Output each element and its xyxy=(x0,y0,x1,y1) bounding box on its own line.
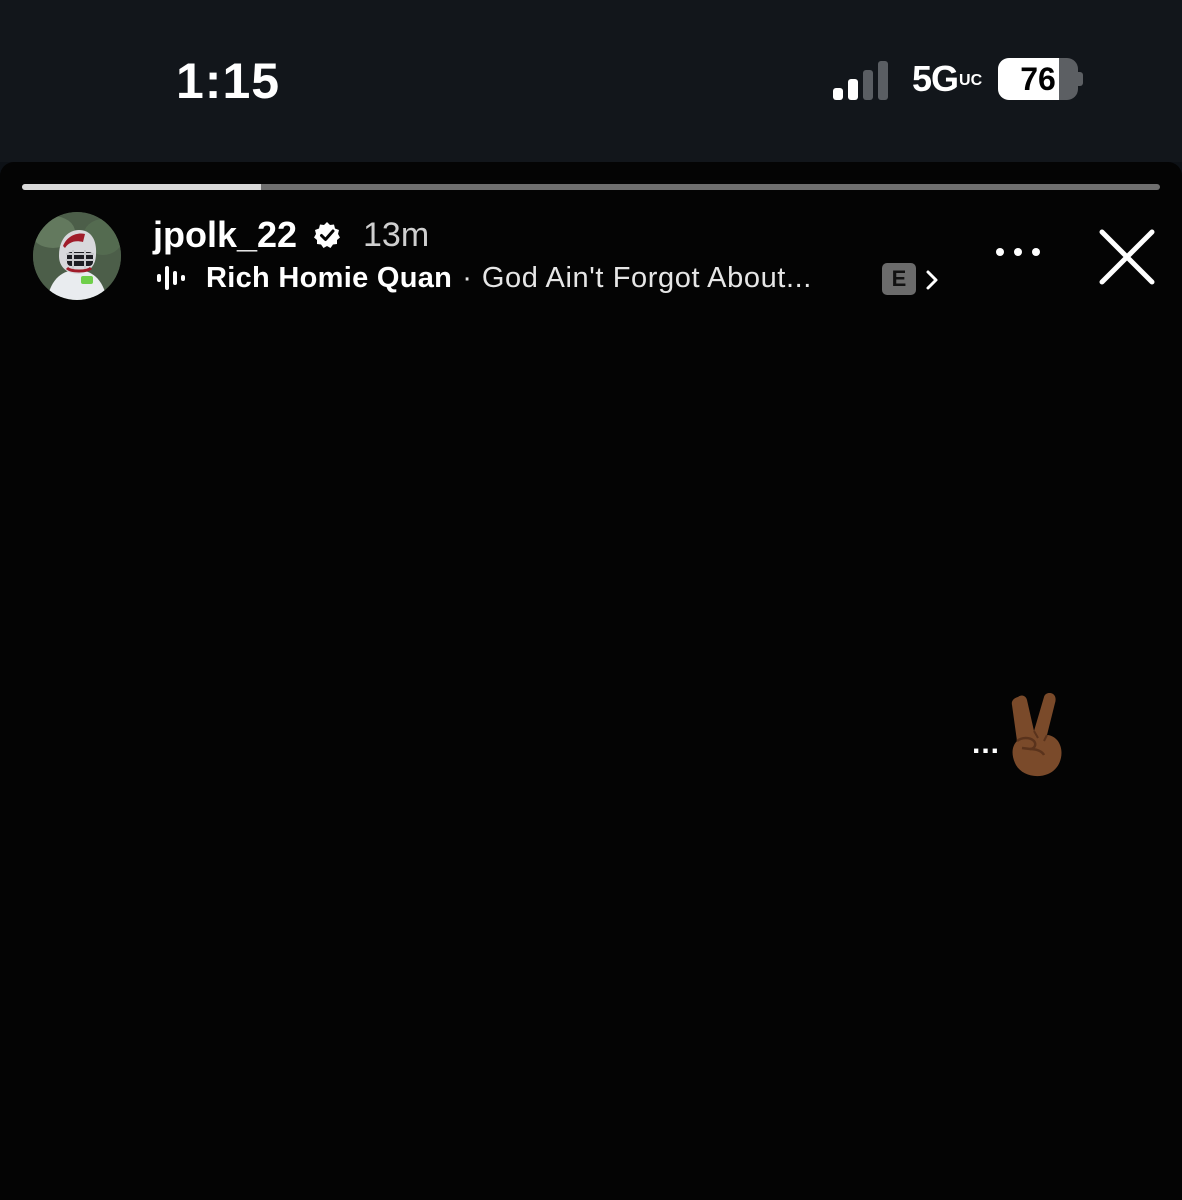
network-indicator: 5GUC xyxy=(912,58,982,100)
story-viewer[interactable]: jpolk_22 13m Rich Homie Quan · God Ain't… xyxy=(0,162,1182,1200)
explicit-badge: E xyxy=(882,263,916,295)
cellular-signal-icon xyxy=(833,60,893,100)
story-timestamp: 13m xyxy=(363,216,430,254)
network-suffix: UC xyxy=(959,72,983,90)
profile-avatar[interactable] xyxy=(33,212,121,300)
story-progress-fill xyxy=(22,184,261,190)
chevron-right-icon[interactable] xyxy=(922,266,942,294)
more-horizontal-icon[interactable] xyxy=(990,242,1046,262)
music-artist: Rich Homie Quan xyxy=(206,261,453,294)
network-type: 5G xyxy=(912,58,959,99)
victory-hand-icon xyxy=(1011,693,1062,777)
verified-badge-icon xyxy=(314,222,340,248)
clock-time: 1:15 xyxy=(176,53,281,109)
story-text-sticker: ... xyxy=(972,687,1070,777)
status-bar: 1:15 5GUC 76 xyxy=(0,0,1182,162)
signal-bar xyxy=(833,88,843,100)
signal-bar xyxy=(863,70,873,100)
music-separator: · xyxy=(462,261,472,294)
music-song-title: God Ain't Forgot About... xyxy=(481,261,812,294)
battery-percentage: 76 xyxy=(1020,61,1056,97)
battery-nub xyxy=(1078,72,1083,86)
audio-wave-icon xyxy=(157,266,185,290)
signal-bar xyxy=(848,79,858,100)
battery-icon: 76 xyxy=(998,58,1083,100)
story-progress-track xyxy=(22,184,1160,190)
story-username[interactable]: jpolk_22 xyxy=(153,214,297,256)
story-text: ... xyxy=(972,727,1001,760)
close-icon[interactable] xyxy=(1094,224,1160,290)
music-attribution[interactable]: Rich Homie Quan · God Ain't Forgot About… xyxy=(156,260,812,296)
football-player-avatar xyxy=(33,212,121,300)
signal-bar xyxy=(878,61,888,100)
